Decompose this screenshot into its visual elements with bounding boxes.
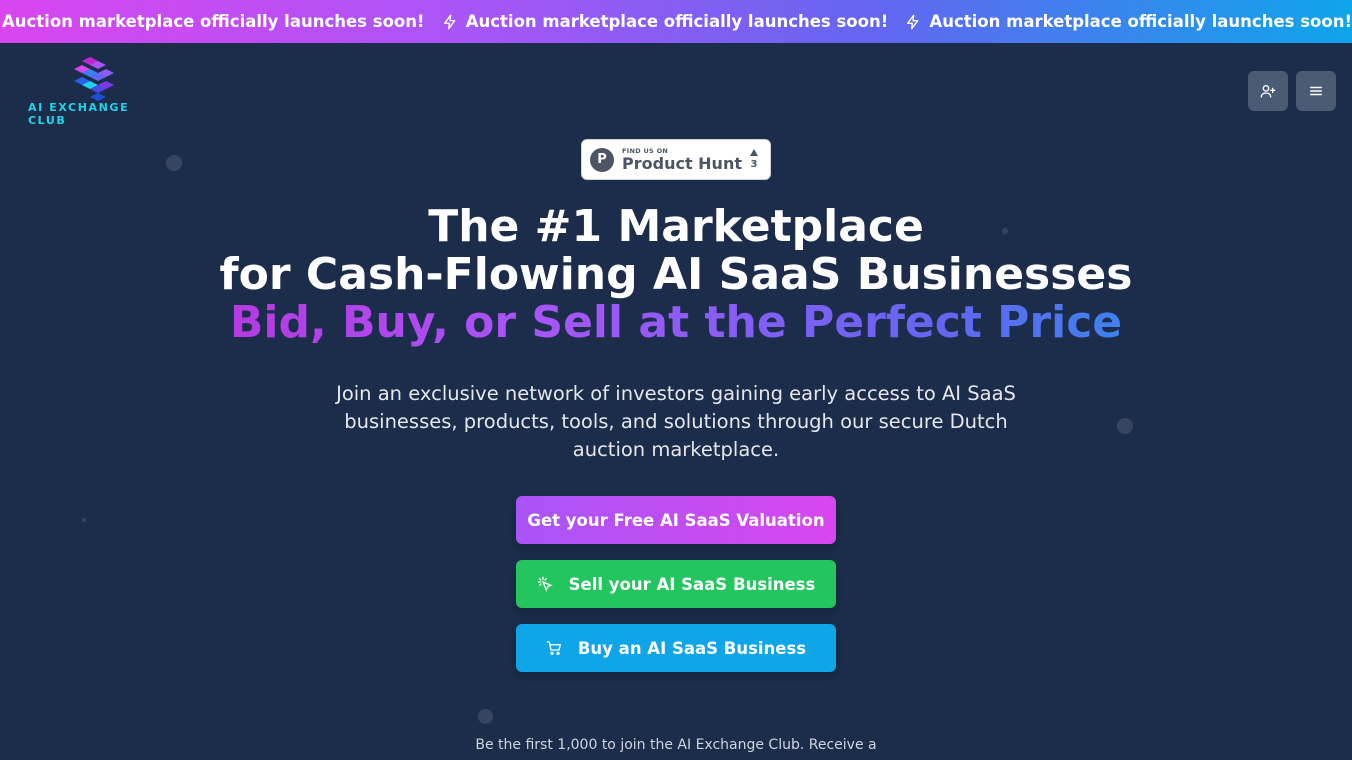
product-hunt-text: FIND US ON Product Hunt xyxy=(622,147,742,172)
site-logo[interactable]: AI EXCHANGE CLUB xyxy=(28,55,168,127)
free-valuation-label: Get your Free AI SaaS Valuation xyxy=(527,510,825,530)
add-user-button[interactable] xyxy=(1248,71,1288,111)
user-plus-icon xyxy=(1260,85,1276,98)
ticker-message-text: Auction marketplace officially launches … xyxy=(929,12,1352,31)
cube-logo-icon xyxy=(74,57,114,101)
free-valuation-button[interactable]: Get your Free AI SaaS Valuation xyxy=(516,496,836,544)
hero-heading: The #1 Marketplace for Cash-Flowing AI S… xyxy=(0,203,1352,347)
cursor-click-icon xyxy=(537,576,553,592)
background-dot xyxy=(478,709,493,724)
ticker-message: Auction marketplace officially launches … xyxy=(2,12,425,31)
announcement-ticker: Auction marketplace officially launches … xyxy=(0,0,1352,43)
shopping-cart-icon xyxy=(546,641,561,655)
hero-title-line-2: for Cash-Flowing AI SaaS Businesses xyxy=(219,249,1133,300)
sell-business-button[interactable]: Sell your AI SaaS Business xyxy=(516,560,836,608)
buy-business-button[interactable]: Buy an AI SaaS Business xyxy=(516,624,836,672)
logo-text: AI EXCHANGE CLUB xyxy=(28,101,130,127)
ticker-message: Auction marketplace officially launches … xyxy=(905,12,1352,31)
background-dot xyxy=(82,518,86,522)
buy-business-label: Buy an AI SaaS Business xyxy=(577,638,807,658)
background-dot xyxy=(1117,418,1133,434)
product-hunt-name: Product Hunt xyxy=(622,154,742,173)
product-hunt-logo-icon: P xyxy=(590,147,614,172)
header-actions xyxy=(1248,71,1336,111)
hero-gradient-tagline: Bid, Buy, or Sell at the Perfect Price xyxy=(0,299,1352,347)
hero-title-line-1: The #1 Marketplace xyxy=(428,201,924,252)
hero-subtitle: Join an exclusive network of investors g… xyxy=(336,382,1016,461)
sell-business-label: Sell your AI SaaS Business xyxy=(568,574,816,594)
lightning-bolt-icon xyxy=(907,14,919,29)
product-hunt-upvotes: 3 xyxy=(749,149,758,170)
ticker-message-text: Auction marketplace officially launches … xyxy=(2,12,425,31)
hamburger-menu-icon xyxy=(1310,86,1322,96)
upvote-count: 3 xyxy=(750,159,758,170)
upvote-triangle-icon xyxy=(749,149,758,156)
background-dot xyxy=(166,155,182,171)
product-hunt-badge[interactable]: P FIND US ON Product Hunt 3 xyxy=(581,139,771,180)
lightning-bolt-icon xyxy=(443,14,456,29)
menu-button[interactable] xyxy=(1296,71,1336,111)
ticker-message: Auction marketplace officially launches … xyxy=(442,12,889,31)
ticker-message-text: Auction marketplace officially launches … xyxy=(465,12,889,31)
early-access-note: Be the first 1,000 to join the AI Exchan… xyxy=(475,737,877,753)
